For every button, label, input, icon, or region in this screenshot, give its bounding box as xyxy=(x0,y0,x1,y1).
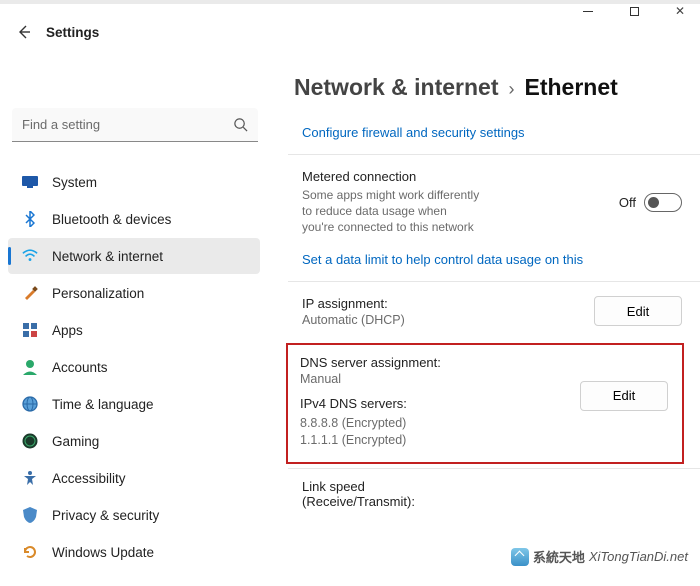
globe-icon xyxy=(22,396,38,412)
brush-icon xyxy=(22,285,38,301)
chevron-right-icon: › xyxy=(508,79,514,100)
watermark-text: 系統天地 xyxy=(533,547,585,566)
data-limit-link[interactable]: Set a data limit to help control data us… xyxy=(302,252,583,267)
breadcrumb-current: Ethernet xyxy=(524,74,617,101)
sidebar-item-label: Time & language xyxy=(52,397,154,412)
ip-card: IP assignment: Automatic (DHCP) Edit xyxy=(288,281,700,341)
ip-title: IP assignment: xyxy=(302,296,582,311)
metered-card: Metered connection Some apps might work … xyxy=(288,154,700,281)
sidebar-item-privacy[interactable]: Privacy & security xyxy=(8,497,260,533)
sidebar-item-bluetooth[interactable]: Bluetooth & devices xyxy=(8,201,260,237)
metered-title: Metered connection xyxy=(302,169,607,184)
sidebar-item-gaming[interactable]: Gaming xyxy=(8,423,260,459)
sidebar-item-accounts[interactable]: Accounts xyxy=(8,349,260,385)
bluetooth-icon xyxy=(22,211,38,227)
linkspeed-title: Link speed (Receive/Transmit): xyxy=(302,479,442,509)
dns-servers-label: IPv4 DNS servers: xyxy=(300,396,568,411)
sidebar-nav: System Bluetooth & devices Network & int… xyxy=(8,164,266,570)
main-content: Network & internet › Ethernet Configure … xyxy=(266,50,700,580)
metered-subtitle: Some apps might work differently to redu… xyxy=(302,187,482,236)
firewall-link[interactable]: Configure firewall and security settings xyxy=(302,125,525,140)
sidebar-item-personalization[interactable]: Personalization xyxy=(8,275,260,311)
dns-title: DNS server assignment: xyxy=(300,355,568,370)
dns-server-entry: 1.1.1.1 (Encrypted) xyxy=(300,432,568,450)
watermark-sub: XiTongTianDi.net xyxy=(589,549,688,564)
sidebar-item-apps[interactable]: Apps xyxy=(8,312,260,348)
metered-toggle-wrap: Off xyxy=(619,193,682,212)
metered-toggle[interactable] xyxy=(644,193,682,212)
dns-card-highlighted: DNS server assignment: Manual IPv4 DNS s… xyxy=(286,343,684,464)
linkspeed-card: Link speed (Receive/Transmit): xyxy=(288,468,700,509)
accessibility-icon xyxy=(22,470,38,486)
app-title: Settings xyxy=(46,25,99,40)
sidebar-item-label: Personalization xyxy=(52,286,144,301)
dns-edit-button[interactable]: Edit xyxy=(580,381,668,411)
search-input[interactable] xyxy=(12,108,258,142)
search-icon xyxy=(233,117,248,135)
system-icon xyxy=(22,174,38,190)
dns-servers-list: 8.8.8.8 (Encrypted) 1.1.1.1 (Encrypted) xyxy=(300,415,568,450)
sidebar: System Bluetooth & devices Network & int… xyxy=(0,50,266,580)
sidebar-item-label: Accessibility xyxy=(52,471,126,486)
sidebar-item-accessibility[interactable]: Accessibility xyxy=(8,460,260,496)
wifi-icon xyxy=(22,248,38,264)
sidebar-item-system[interactable]: System xyxy=(8,164,260,200)
update-icon xyxy=(22,544,38,560)
sidebar-item-network[interactable]: Network & internet xyxy=(8,238,260,274)
window-minimize-button[interactable] xyxy=(574,4,602,18)
sidebar-item-label: Apps xyxy=(52,323,83,338)
window-close-button[interactable]: ✕ xyxy=(666,4,694,18)
shield-icon xyxy=(22,507,38,523)
watermark: 系統天地 XiTongTianDi.net xyxy=(511,547,688,566)
ip-value: Automatic (DHCP) xyxy=(302,313,582,327)
app-header: Settings xyxy=(0,18,700,50)
sidebar-item-label: Privacy & security xyxy=(52,508,159,523)
window-titlebar: ✕ xyxy=(0,0,700,18)
metered-toggle-label: Off xyxy=(619,195,636,210)
sidebar-item-time-language[interactable]: Time & language xyxy=(8,386,260,422)
firewall-card: Configure firewall and security settings xyxy=(288,125,700,154)
back-arrow-icon[interactable] xyxy=(16,24,32,40)
sidebar-item-windows-update[interactable]: Windows Update xyxy=(8,534,260,570)
sidebar-item-label: Bluetooth & devices xyxy=(52,212,171,227)
game-icon xyxy=(22,433,38,449)
watermark-icon xyxy=(511,548,529,566)
sidebar-item-label: Windows Update xyxy=(52,545,154,560)
ip-edit-button[interactable]: Edit xyxy=(594,296,682,326)
sidebar-item-label: System xyxy=(52,175,97,190)
sidebar-item-label: Accounts xyxy=(52,360,108,375)
sidebar-item-label: Network & internet xyxy=(52,249,163,264)
dns-server-entry: 8.8.8.8 (Encrypted) xyxy=(300,415,568,433)
window-maximize-button[interactable] xyxy=(620,4,648,18)
person-icon xyxy=(22,359,38,375)
breadcrumb: Network & internet › Ethernet xyxy=(294,74,700,101)
search-wrap xyxy=(12,108,258,142)
dns-value: Manual xyxy=(300,372,568,386)
apps-icon xyxy=(22,322,38,338)
breadcrumb-parent[interactable]: Network & internet xyxy=(294,74,498,101)
sidebar-item-label: Gaming xyxy=(52,434,99,449)
